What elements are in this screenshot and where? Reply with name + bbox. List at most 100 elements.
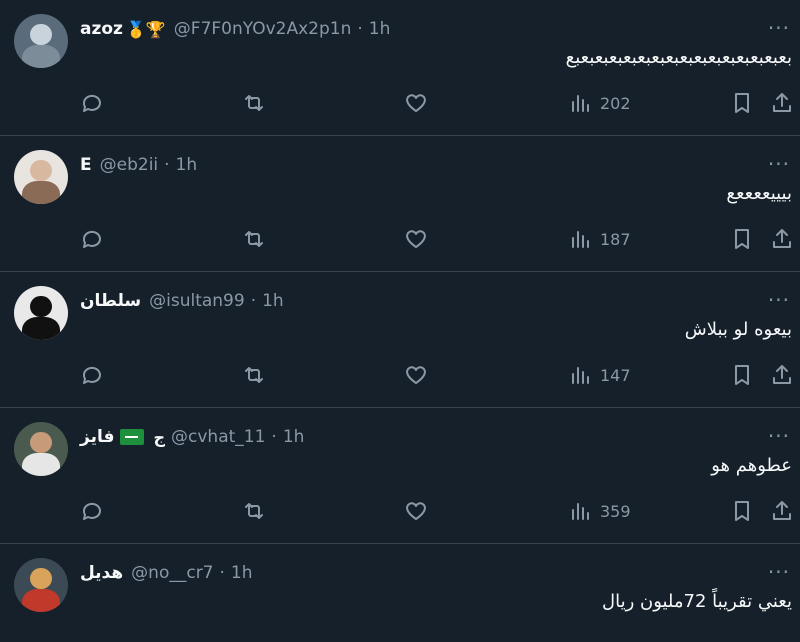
views-icon [572,503,589,520]
views-button[interactable]: 187 [568,224,631,254]
retweet-icon [245,503,263,519]
reply-icon [82,230,101,248]
retweet-button[interactable] [242,360,266,390]
like-icon [406,366,426,384]
more-icon[interactable]: ··· [768,424,790,448]
share-icon [773,365,791,384]
retweet-icon [245,95,263,111]
tweet-text: يعني تقريباً 72مليون ريال [602,591,792,612]
tweet[interactable]: فايز ج @cvhat_11 · 1h ··· عطوهم هو 359 [0,408,800,544]
tweet-actions: 187 [80,224,792,254]
bookmark-button[interactable] [730,224,754,254]
author-name[interactable]: E [80,155,92,175]
share-button[interactable] [770,224,794,254]
bookmark-button[interactable] [730,360,754,390]
author-handle[interactable]: @F7F0nYOv2Ax2p1n [174,19,352,39]
views-button[interactable]: 202 [568,88,631,118]
bookmark-icon [735,93,749,113]
views-count: 359 [600,501,631,521]
share-button[interactable] [770,360,794,390]
reply-icon [82,502,101,520]
share-button[interactable] [770,88,794,118]
tweet-time[interactable]: 1h [369,19,391,39]
avatar[interactable] [14,422,68,476]
share-icon [773,501,791,520]
reply-icon [82,94,101,112]
share-button[interactable] [770,496,794,526]
tweet-time[interactable]: 1h [231,563,253,583]
like-button[interactable] [404,360,428,390]
reply-button[interactable] [80,224,104,254]
bookmark-icon [735,229,749,249]
like-button[interactable] [404,224,428,254]
author-handle[interactable]: @cvhat_11 [171,427,265,447]
tweet-header: E @eb2ii · 1h [80,152,750,178]
bookmark-button[interactable] [730,88,754,118]
tweet-text: عطوهم هو [711,455,792,476]
more-icon[interactable]: ··· [768,560,790,584]
like-button[interactable] [404,88,428,118]
avatar[interactable] [14,558,68,612]
saudi-flag-icon [120,429,145,445]
bookmark-icon [735,365,749,385]
views-icon [572,231,589,248]
views-count: 147 [600,365,631,385]
more-icon[interactable]: ··· [768,16,790,40]
tweet-header: azoz 🥇🏆 @F7F0nYOv2Ax2p1n · 1h [80,16,750,42]
author-name[interactable]: فايز [80,427,114,447]
like-icon [406,230,426,248]
avatar[interactable] [14,286,68,340]
bookmark-icon [735,501,749,521]
separator-dot: · [271,427,277,447]
author-handle[interactable]: @no__cr7 [131,563,213,583]
tweet-header: سلطان @isultan99 · 1h [80,288,750,314]
like-icon [406,94,426,112]
like-icon [406,502,426,520]
tweet[interactable]: azoz 🥇🏆 @F7F0nYOv2Ax2p1n · 1h ··· بعبعبع… [0,0,800,136]
separator-dot: · [164,155,170,175]
retweet-button[interactable] [242,224,266,254]
tweet-time[interactable]: 1h [283,427,305,447]
tweet-text: بيييععععع [726,183,792,204]
retweet-button[interactable] [242,496,266,526]
avatar[interactable] [14,150,68,204]
author-badges: ج [153,427,166,447]
author-name[interactable]: سلطان [80,291,141,311]
more-icon[interactable]: ··· [768,288,790,312]
more-icon[interactable]: ··· [768,152,790,176]
views-count: 202 [600,93,631,113]
reply-button[interactable] [80,88,104,118]
tweet-time[interactable]: 1h [262,291,284,311]
reply-button[interactable] [80,496,104,526]
tweet-actions: 202 [80,88,792,118]
avatar[interactable] [14,14,68,68]
tweet-text: بيعوه لو ببلاش [684,319,792,340]
author-handle[interactable]: @eb2ii [100,155,159,175]
tweet-time[interactable]: 1h [176,155,198,175]
views-button[interactable]: 147 [568,360,631,390]
views-button[interactable]: 359 [568,496,631,526]
separator-dot: · [250,291,257,311]
views-count: 187 [600,229,631,249]
separator-dot: · [219,563,225,583]
tweet[interactable]: سلطان @isultan99 · 1h ··· بيعوه لو ببلاش… [0,272,800,408]
tweet-actions: 359 [80,496,792,526]
tweet-text: بعبعبعبعبعبعبعبعبعبعبعبعبعبعبعبع [565,47,792,68]
reply-icon [82,366,101,384]
author-name[interactable]: azoz [80,19,123,39]
tweet[interactable]: هديل @no__cr7 · 1h ··· يعني تقريباً 72مل… [0,544,800,638]
retweet-button[interactable] [242,88,266,118]
like-button[interactable] [404,496,428,526]
tweet[interactable]: E @eb2ii · 1h ··· بيييععععع 187 [0,136,800,272]
views-icon [572,95,589,112]
retweet-icon [245,231,263,247]
author-name[interactable]: هديل [80,563,123,583]
tweet-header: فايز ج @cvhat_11 · 1h [80,424,750,450]
bookmark-button[interactable] [730,496,754,526]
reply-button[interactable] [80,360,104,390]
share-icon [773,93,791,112]
tweet-header: هديل @no__cr7 · 1h [80,560,750,586]
author-handle[interactable]: @isultan99 [149,291,245,311]
separator-dot: · [357,19,363,39]
author-badges: 🥇🏆 [125,19,166,39]
